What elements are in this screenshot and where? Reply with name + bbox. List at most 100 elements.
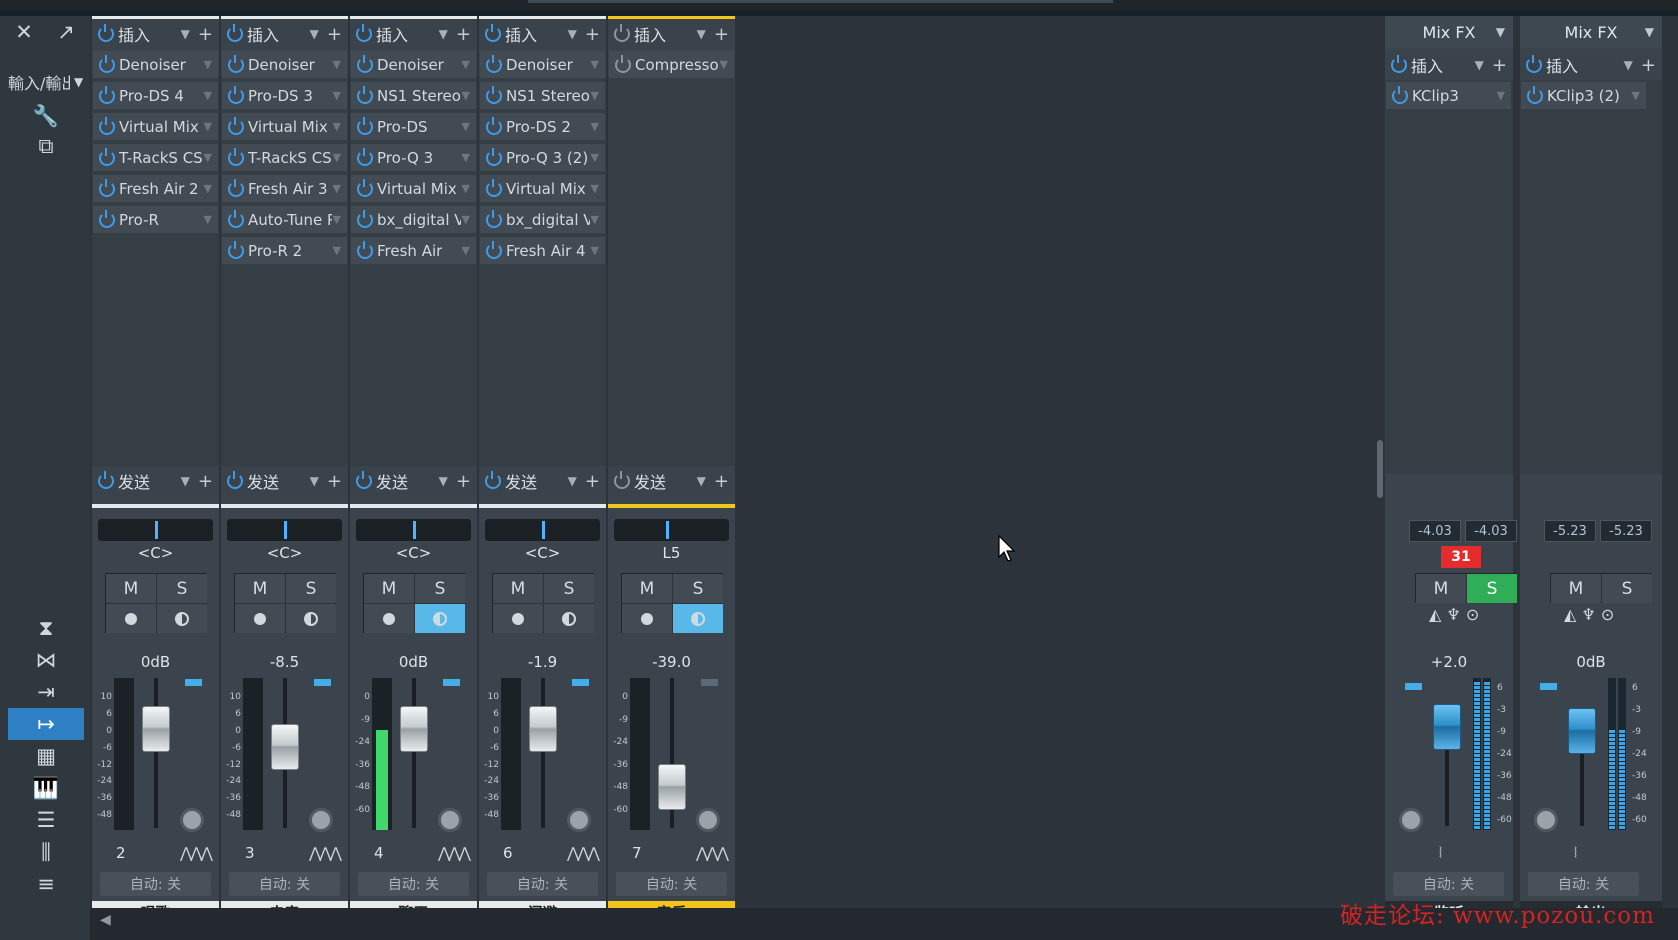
chevron-down-icon[interactable]: ▼ — [1624, 58, 1633, 72]
power-icon[interactable] — [486, 85, 502, 104]
scroll-left-icon[interactable]: ◀ — [100, 912, 111, 928]
mixer-icon[interactable]: ⫼ — [8, 836, 84, 868]
pan-slider[interactable] — [485, 519, 600, 541]
add-insert-button[interactable]: + — [714, 24, 729, 45]
automation-button[interactable]: 自动: 关 — [1528, 872, 1639, 896]
chevron-down-icon[interactable]: ▼ — [462, 213, 470, 226]
add-insert-button[interactable]: + — [198, 24, 213, 45]
chevron-down-icon[interactable]: ▼ — [697, 474, 706, 488]
solo-button[interactable]: S — [544, 574, 594, 603]
insert-slot[interactable]: KClip3 (2) ▼ — [1521, 82, 1646, 111]
automation-button[interactable]: 自动: 关 — [1393, 872, 1504, 896]
waveform-icon[interactable]: ⋀⋀⋀ — [567, 844, 600, 862]
vertical-scroll-handle[interactable] — [1377, 440, 1383, 498]
insert-area[interactable] — [1520, 78, 1662, 474]
mute-button[interactable]: M — [106, 574, 156, 603]
power-icon[interactable] — [1391, 55, 1407, 73]
record-button[interactable] — [235, 604, 285, 633]
chevron-down-icon[interactable]: ▼ — [462, 151, 470, 164]
add-send-button[interactable]: + — [198, 471, 213, 492]
send-knob[interactable] — [567, 808, 591, 832]
insert-slot[interactable]: Denoiser ▼ — [351, 51, 476, 80]
clip-indicator[interactable]: 31 — [1441, 546, 1481, 568]
chevron-down-icon[interactable]: ▼ — [333, 120, 341, 133]
chevron-down-icon[interactable]: ▼ — [591, 58, 599, 71]
solo-button[interactable]: S — [286, 574, 336, 603]
add-insert-button[interactable]: + — [456, 24, 471, 45]
pan-knob[interactable] — [1399, 808, 1423, 832]
chevron-down-icon[interactable]: ▼ — [310, 474, 319, 488]
insert-slot[interactable]: bx_digital V3...▼ — [480, 206, 605, 235]
insert-slot[interactable]: Fresh Air 3 ▼ — [222, 175, 347, 204]
power-icon[interactable] — [227, 24, 243, 42]
monitor-button[interactable] — [415, 604, 465, 633]
chevron-down-icon[interactable]: ▼ — [204, 58, 212, 71]
solo-button[interactable]: S — [157, 574, 207, 603]
chevron-down-icon[interactable]: ▼ — [1497, 89, 1505, 102]
power-icon[interactable] — [228, 85, 244, 104]
volume-fader[interactable] — [1568, 708, 1596, 754]
chevron-down-icon[interactable]: ▼ — [439, 27, 448, 41]
monitor-button[interactable] — [157, 604, 207, 633]
rack-icon[interactable]: ☰ — [8, 804, 84, 836]
pan-slider[interactable] — [98, 519, 213, 541]
insert-slot[interactable]: Auto-Tune Pr...▼ — [222, 206, 347, 235]
insert-slot[interactable]: Fresh Air 2 ▼ — [93, 175, 218, 204]
insert-slot[interactable]: Virtual Mix R...▼ — [93, 113, 218, 142]
power-icon[interactable] — [357, 147, 373, 166]
send-knob[interactable] — [696, 808, 720, 832]
chevron-down-icon[interactable]: ▼ — [333, 151, 341, 164]
power-icon[interactable] — [486, 209, 502, 228]
mute-button[interactable]: M — [622, 574, 672, 603]
power-icon[interactable] — [228, 116, 244, 135]
solo-button[interactable]: S — [415, 574, 465, 603]
chevron-down-icon[interactable]: ▼ — [333, 182, 341, 195]
insert-header[interactable]: 插入 ▼ + — [350, 19, 477, 49]
insert-slot[interactable]: Pro-R ▼ — [93, 206, 218, 235]
collapse-vertical-icon[interactable]: ⧗ — [8, 612, 84, 644]
insert-slot[interactable]: Pro-Q 3 ▼ — [351, 144, 476, 173]
monitor-button[interactable] — [673, 604, 723, 633]
insert-slot[interactable]: Compressor ▼ — [609, 51, 734, 80]
wrench-icon[interactable]: 🔧 — [8, 100, 84, 132]
power-icon[interactable] — [228, 209, 244, 228]
send-knob[interactable] — [180, 808, 204, 832]
volume-fader[interactable] — [400, 706, 428, 752]
power-icon[interactable] — [228, 147, 244, 166]
chevron-down-icon[interactable]: ▼ — [1496, 25, 1505, 39]
automation-button[interactable]: 自动: 关 — [487, 872, 598, 896]
bus-tool-icons[interactable]: ◭ ♆ ⊙ — [1429, 605, 1479, 633]
insert-header[interactable]: 插入 ▼ + — [92, 19, 219, 49]
insert-slot[interactable]: NS1 Stereo ▼ — [480, 82, 605, 111]
power-icon[interactable] — [99, 147, 115, 166]
chevron-down-icon[interactable]: ▼ — [333, 58, 341, 71]
insert-header[interactable]: 插入 ▼ + — [1385, 50, 1513, 80]
add-insert-button[interactable]: + — [327, 24, 342, 45]
link-icon[interactable]: ⦚ — [1574, 844, 1577, 862]
mixfx-selector[interactable]: Mix FX ▼ — [1520, 16, 1662, 48]
insert-slot[interactable]: Pro-DS ▼ — [351, 113, 476, 142]
chevron-down-icon[interactable]: ▼ — [462, 244, 470, 257]
monitor-button[interactable] — [286, 604, 336, 633]
power-icon[interactable] — [228, 54, 244, 73]
chevron-down-icon[interactable]: ▼ — [462, 182, 470, 195]
chevron-down-icon[interactable]: ▼ — [591, 182, 599, 195]
chevron-down-icon[interactable]: ▼ — [204, 213, 212, 226]
chevron-down-icon[interactable]: ▼ — [568, 27, 577, 41]
chevron-down-icon[interactable]: ▼ — [1632, 89, 1640, 102]
insert-slot[interactable]: Pro-DS 2 ▼ — [480, 113, 605, 142]
power-icon[interactable] — [1392, 85, 1408, 104]
record-button[interactable] — [622, 604, 672, 633]
chevron-down-icon[interactable]: ▼ — [310, 27, 319, 41]
add-insert-button[interactable]: + — [585, 24, 600, 45]
power-icon[interactable] — [99, 178, 115, 197]
power-icon[interactable] — [99, 85, 115, 104]
send-header[interactable]: 发送 ▼ + — [350, 466, 477, 496]
power-icon[interactable] — [486, 178, 502, 197]
bus-tool-icons[interactable]: ◭ ♆ ⊙ — [1564, 605, 1614, 633]
pan-knob[interactable] — [1534, 808, 1558, 832]
close-icon[interactable]: ✕ — [4, 16, 44, 48]
solo-button[interactable]: S — [1467, 574, 1517, 603]
send-knob[interactable] — [438, 808, 462, 832]
power-icon[interactable] — [357, 240, 373, 259]
